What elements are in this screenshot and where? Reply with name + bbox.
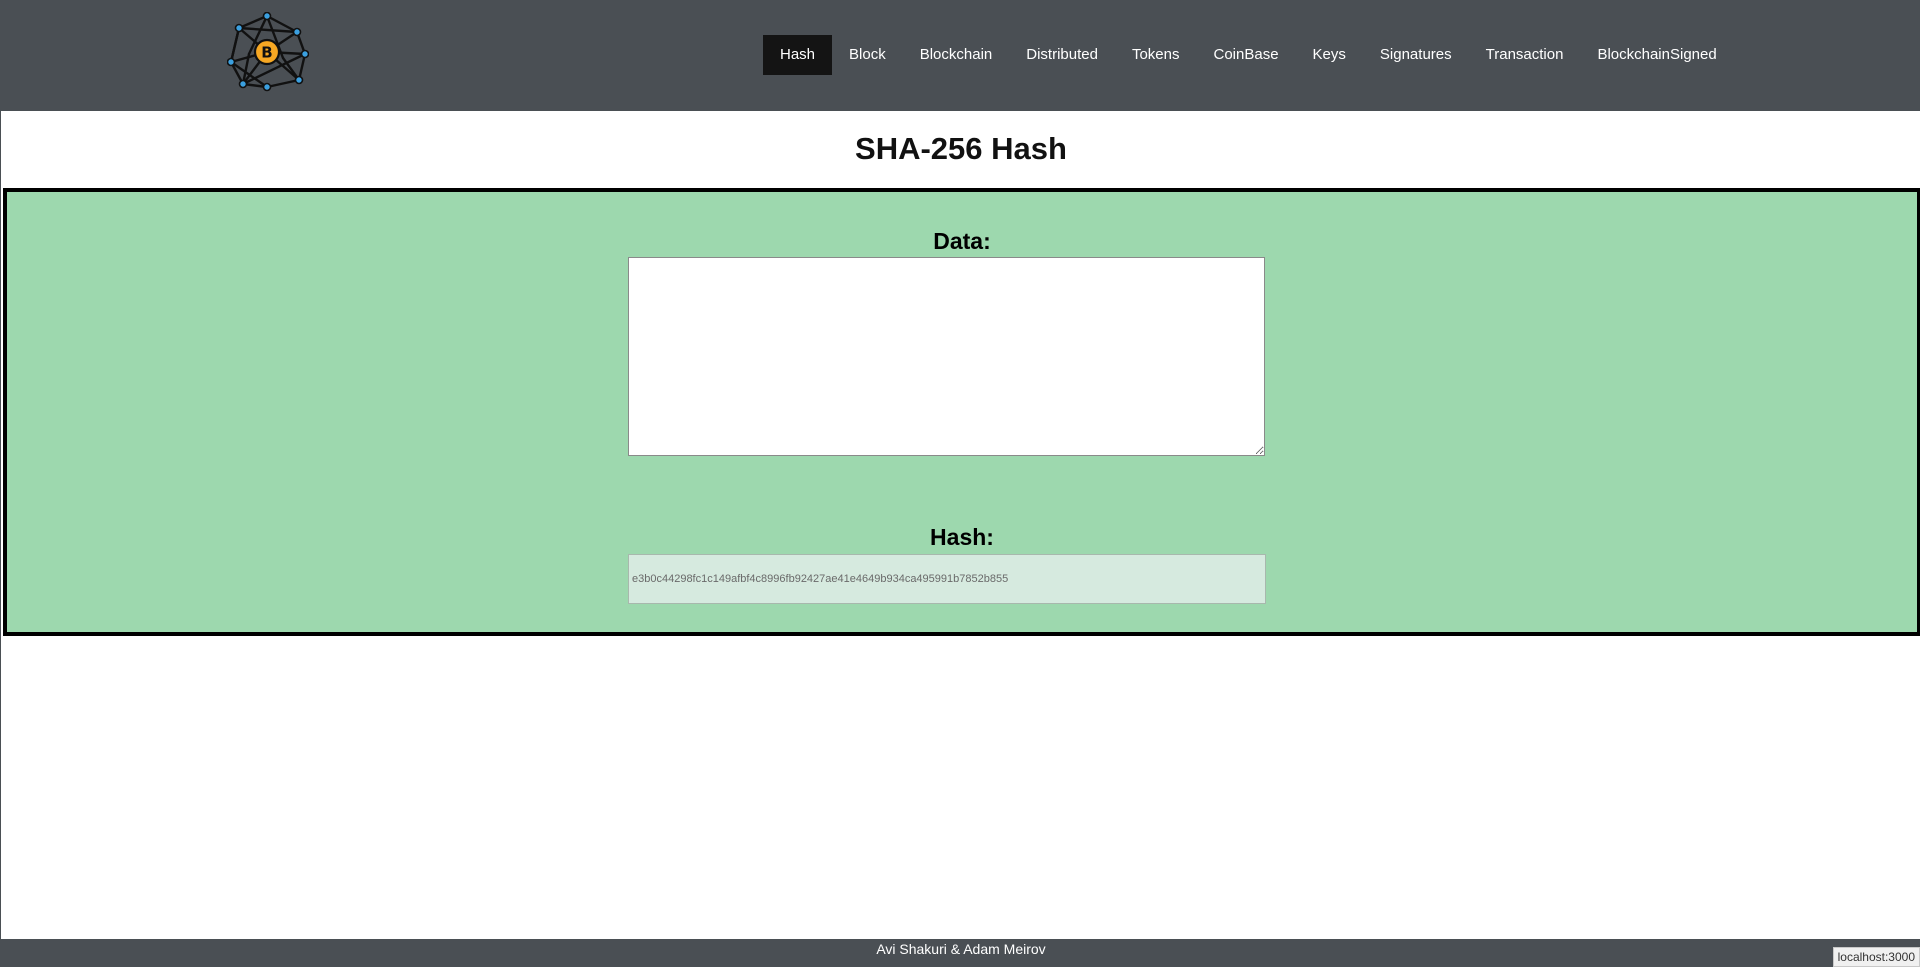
page: B Hash Block Blockchain Distributed Toke… <box>0 0 1920 967</box>
hash-output-field <box>628 554 1266 604</box>
nav-item-keys[interactable]: Keys <box>1296 35 1363 75</box>
nav-item-signatures[interactable]: Signatures <box>1363 35 1469 75</box>
nav-item-blockchain-signed[interactable]: BlockchainSigned <box>1580 35 1733 75</box>
blockchain-logo-icon[interactable]: B <box>226 11 310 92</box>
page-title: SHA-256 Hash <box>855 131 1067 166</box>
nav-item-coinbase[interactable]: CoinBase <box>1197 35 1296 75</box>
data-label: Data: <box>933 228 991 254</box>
nav-item-transaction[interactable]: Transaction <box>1469 35 1581 75</box>
nav-item-block[interactable]: Block <box>832 35 903 75</box>
logo-glyph: B <box>261 44 272 62</box>
nav-item-hash[interactable]: Hash <box>763 35 833 75</box>
footer-credits: Avi Shakuri & Adam Meirov <box>876 941 1046 957</box>
hash-label: Hash: <box>930 524 994 550</box>
status-url: localhost:3000 <box>1832 947 1920 967</box>
nav-menu: Hash Block Blockchain Distributed Tokens… <box>763 35 1734 75</box>
footer: Avi Shakuri & Adam Meirov <box>1 939 1920 967</box>
top-navbar: B Hash Block Blockchain Distributed Toke… <box>1 0 1920 111</box>
hash-panel: Data: Hash: <box>3 188 1920 636</box>
nav-item-distributed[interactable]: Distributed <box>1009 35 1115 75</box>
nav-item-tokens[interactable]: Tokens <box>1115 35 1197 75</box>
nav-item-blockchain[interactable]: Blockchain <box>903 35 1010 75</box>
data-input[interactable] <box>628 257 1265 456</box>
